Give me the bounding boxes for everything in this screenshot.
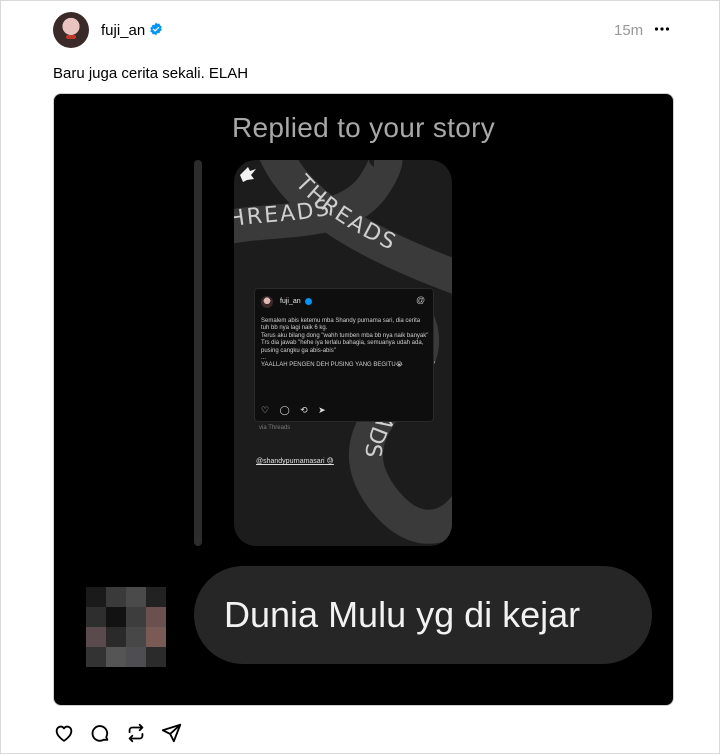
repost-icon[interactable] <box>125 722 147 744</box>
post-timestamp: 15m <box>614 22 644 39</box>
card-threads-icon: @ <box>416 295 426 305</box>
threads-logo-icon <box>240 167 256 182</box>
card-verified-icon <box>305 298 312 305</box>
post-text: Baru juga cerita sekali. ELAH <box>53 65 249 82</box>
story-preview[interactable]: THREADS THREADS THREADS fuji_an @ Semale… <box>234 160 452 546</box>
card-body-text: Semalem abis ketemu mba Shandy purnama s… <box>261 318 429 369</box>
avatar[interactable] <box>53 12 89 48</box>
reply-message-bubble: Dunia Mulu yg di kejar <box>194 566 652 664</box>
mention-text: @shandypurnamasari <box>256 458 325 465</box>
story-scroll-indicator <box>194 160 202 546</box>
more-icon[interactable] <box>654 21 670 37</box>
post-action-bar <box>53 722 193 746</box>
mention-sticker: @shandypurnamasari 😓 <box>256 457 334 465</box>
share-icon[interactable] <box>161 722 183 744</box>
replied-story-header: Replied to your story <box>231 112 496 143</box>
mention-emoji: 😓 <box>326 458 334 465</box>
card-username: fuji_an <box>280 298 301 305</box>
post-media[interactable]: Replied to your story THREADS THREADS TH… <box>53 93 674 706</box>
verified-badge-icon <box>150 22 162 36</box>
comment-icon[interactable] <box>89 722 111 744</box>
embedded-thread-card: fuji_an @ Semalem abis ketemu mba Shandy… <box>254 288 434 422</box>
reply-message-text: Dunia Mulu yg di kejar <box>224 594 581 635</box>
card-avatar <box>261 296 273 308</box>
card-action-icons: ♡ ◯ ⟲ ➤ <box>261 405 330 415</box>
via-threads-label: via Threads <box>259 425 291 431</box>
sender-avatar-blurred <box>86 587 166 667</box>
username[interactable]: fuji_an <box>101 22 145 39</box>
heart-icon[interactable] <box>53 722 75 744</box>
